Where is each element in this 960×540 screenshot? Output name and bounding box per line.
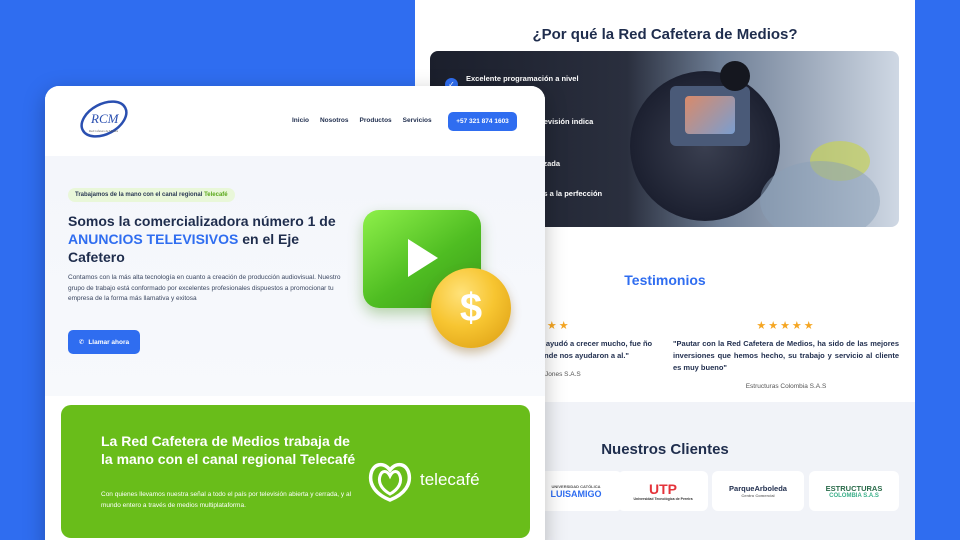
hero-headline: Somos la comercializadora número 1 de AN…: [68, 213, 338, 267]
client-logo-subtext: Centro Comercial: [741, 493, 775, 498]
main-nav: Inicio Nosotros Productos Servicios: [292, 117, 432, 124]
client-logo-utp[interactable]: UTP Universidad Tecnológica de Pereira: [618, 471, 708, 511]
why-section-title: ¿Por qué la Red Cafetera de Medios?: [532, 26, 798, 43]
testimonial-author: Estructuras Colombia S.A.S: [745, 382, 827, 390]
telecafe-logo-text: telecafé: [420, 470, 480, 489]
pill-highlight: Telecafé: [204, 192, 228, 198]
client-logo-subtext: COLOMBIA S.A.S: [829, 492, 879, 499]
call-now-button[interactable]: ✆ Llamar ahora: [68, 330, 140, 354]
testimonial-quote: os ayudó a crecer mucho, fue ño donde no…: [535, 338, 653, 360]
nav-item-inicio[interactable]: Inicio: [292, 117, 309, 124]
testimonial-quote: "Pautar con la Red Cafetera de Medios, h…: [673, 338, 899, 372]
client-logo-text: LUISAMIGO: [550, 488, 602, 499]
client-logo-text: ParqueArboleda: [729, 484, 787, 493]
feature-text: Excelente programación a nivel: [466, 74, 579, 83]
headline-text: Somos la comercializadora número 1 de: [68, 213, 336, 229]
nav-item-nosotros[interactable]: Nosotros: [320, 117, 349, 124]
testimonial-card: ★★★ os ayudó a crecer mucho, fue ño dond…: [535, 318, 655, 380]
phone-icon: ✆: [78, 339, 85, 346]
telecafe-pill: Trabajamos de la mano con el canal regio…: [68, 188, 235, 202]
client-logo-estructuras[interactable]: ESTRUCTURAS COLOMBIA S.A.S: [809, 471, 899, 511]
play-triangle-icon: [408, 239, 438, 277]
dollar-coin-icon: $: [431, 268, 511, 348]
client-logo-text: UTP: [649, 481, 677, 497]
site-header: RCM Red Cafetera de Medios Inicio Nosotr…: [45, 86, 545, 156]
rcm-logo[interactable]: RCM Red Cafetera de Medios: [73, 94, 133, 144]
pill-text: Trabajamos de la mano con el canal regio…: [75, 192, 203, 198]
testimonial-card: ★★★★★ "Pautar con la Red Cafetera de Med…: [673, 318, 899, 392]
client-logo-subtext: Universidad Tecnológica de Pereira: [633, 497, 693, 501]
telecafe-banner-description: Con quienes llevamos nuestra señal a tod…: [101, 491, 352, 510]
nav-item-productos[interactable]: Productos: [360, 117, 392, 124]
rcm-logo-text: RCM: [90, 111, 120, 126]
feature-item: eas a la perfección: [535, 188, 602, 199]
nav-item-servicios[interactable]: Servicios: [403, 117, 432, 124]
client-logo-text: ESTRUCTURAS: [825, 483, 883, 493]
call-now-label: Llamar ahora: [88, 338, 130, 346]
star-rating-icon: ★★★: [535, 320, 571, 332]
client-logo-parque-arboleda[interactable]: ParqueArboleda Centro Comercial: [712, 471, 804, 511]
hero-description: Contamos con la más alta tecnología en c…: [68, 274, 341, 303]
front-page-card: RCM Red Cafetera de Medios Inicio Nosotr…: [45, 86, 545, 540]
testimonial-author: Jones S.A.S: [545, 370, 581, 378]
phone-button[interactable]: +57 321 874 1603: [448, 112, 517, 131]
telecafe-logo-icon: [368, 462, 412, 502]
feature-text: eas a la perfección: [535, 189, 603, 198]
headline-highlight: ANUNCIOS TELEVISIVOS: [68, 230, 239, 247]
star-rating-icon: ★★★★★: [756, 320, 816, 332]
telecafe-banner-title: La Red Cafetera de Medios trabaja de la …: [101, 433, 356, 468]
rcm-logo-subtext: Red Cafetera de Medios: [89, 129, 119, 133]
